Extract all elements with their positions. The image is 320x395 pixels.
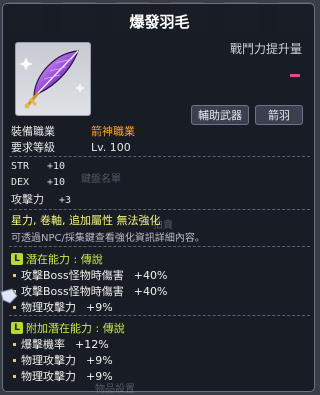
bonus-potential-header-label: 附加潛在能力 : 傳說 [26,322,125,335]
level-label: 要求等級 [11,141,55,154]
level-value: Lv. 100 [91,141,131,154]
stat-value: +3 [59,195,72,206]
bonus-potential-line-text: 爆擊機率 [21,338,65,351]
stat-label: STR [11,161,30,172]
power-change-indicator [290,74,300,77]
potential-line-value: +9% [86,300,113,314]
feather-icon [19,50,85,109]
bonus-potential-header: L 附加潛在能力 : 傳說 [11,320,125,336]
item-name: 爆發羽毛 [129,13,190,31]
job-value: 箭神職業 [91,125,135,138]
tag-secondary-weapon: 輔助武器 [191,105,249,125]
combat-power-increase-label: 戰鬥力提升量 [229,42,302,56]
bullet-icon [13,374,16,378]
npc-enhancement-hint: 可透過NPC/採集鍵查看強化資訊詳細內容。 [11,233,205,244]
potential-line-text: 攻擊Boss怪物時傷害 [21,285,124,298]
item-tooltip: 爆發羽毛 戰鬥力提升量 輔助武器 箭羽 裝備職業 箭神職業 要求等級 Lv. 1… [2,3,315,395]
job-label: 裝備職業 [11,125,55,138]
bonus-potential-line: 爆擊機率 +12% [13,336,109,352]
stat-value: +10 [47,161,66,172]
background-ghost-text: 物品設置 [95,384,135,395]
background-ghost-text: 拍賣 [153,220,173,231]
job-requirement-row: 裝備職業 箭神職業 [11,123,135,139]
bonus-potential-line: 物理攻擊力 +9% [13,352,113,368]
potential-line: 物理攻擊力 +9% [13,299,113,315]
bullet-icon [13,342,16,346]
background-ghost-text: 鍵盤名單 [81,174,121,185]
stat-label: 攻擊力 [11,193,44,206]
divider [9,246,310,247]
potential-line-value: +40% [133,284,168,298]
potential-header-label: 潛在能力 : 傳說 [26,253,103,266]
mouse-cursor-icon [0,288,18,304]
item-icon-frame [15,42,91,116]
bonus-potential-line-text: 物理攻擊力 [21,354,76,367]
legendary-badge: L [11,322,23,334]
stat-row: DEX +10 [11,175,65,188]
bullet-icon [13,358,16,362]
stat-row: 攻擊力 +3 [11,191,71,207]
stat-value: +10 [47,177,66,188]
potential-line-text: 攻擊Boss怪物時傷害 [21,269,124,282]
potential-header: L 潛在能力 : 傳說 [11,251,103,267]
tag-arrow-fletching: 箭羽 [255,105,303,125]
potential-line: 攻擊Boss怪物時傷害 +40% [13,267,167,283]
stat-label: DEX [11,177,30,188]
divider [9,156,310,157]
enhancement-restriction-note: 星力, 卷軸, 追加屬性 無法強化 [11,214,161,227]
bonus-potential-line-text: 物理攻擊力 [21,370,76,383]
legendary-badge: L [11,253,23,265]
potential-line: 攻擊Boss怪物時傷害 +40% [13,283,167,299]
divider [9,209,310,210]
potential-line-value: +40% [133,268,168,282]
bonus-potential-line-value: +9% [86,353,113,367]
level-requirement-row: 要求等級 Lv. 100 [11,139,131,155]
stat-row: STR +10 [11,159,65,172]
bonus-potential-line-value: +12% [75,337,109,351]
potential-line-text: 物理攻擊力 [21,301,76,314]
bullet-icon [13,273,16,277]
divider [9,315,310,316]
bullet-icon [13,305,16,309]
